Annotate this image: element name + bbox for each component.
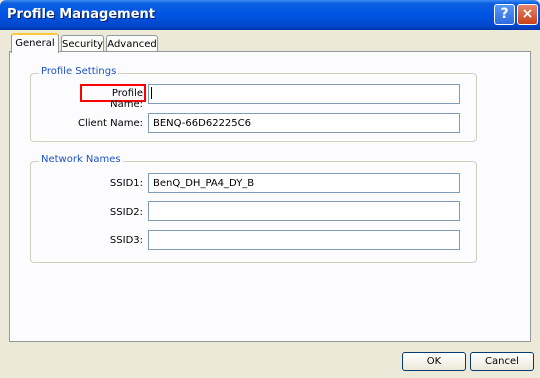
ssid1-label: SSID1: (109, 178, 143, 189)
profile-name-field[interactable] (148, 84, 460, 104)
cancel-button[interactable]: Cancel (470, 352, 534, 371)
text-cursor (151, 87, 152, 99)
help-icon[interactable]: ? (494, 4, 515, 25)
title-bar[interactable]: Profile Management ? × (0, 0, 540, 30)
ssid3-field[interactable] (148, 230, 460, 250)
ssid2-label: SSID2: (109, 207, 143, 218)
ssid2-field[interactable] (148, 201, 460, 221)
ok-button[interactable]: OK (402, 352, 466, 371)
window-title: Profile Management (7, 7, 155, 22)
profile-name-label: Profile Name: (110, 88, 143, 110)
client-name-label: Client Name: (78, 118, 143, 129)
profile-settings-legend: Profile Settings (39, 66, 119, 77)
close-icon[interactable]: × (517, 4, 538, 25)
ssid1-field[interactable] (148, 173, 460, 193)
client-name-field[interactable] (148, 113, 460, 133)
network-names-legend: Network Names (39, 154, 123, 165)
ssid3-label: SSID3: (109, 235, 143, 246)
tab-general[interactable]: General (11, 33, 59, 53)
profile-name-field-wrap (148, 84, 460, 104)
profile-management-window: Profile Management ? × General Security … (0, 0, 540, 378)
